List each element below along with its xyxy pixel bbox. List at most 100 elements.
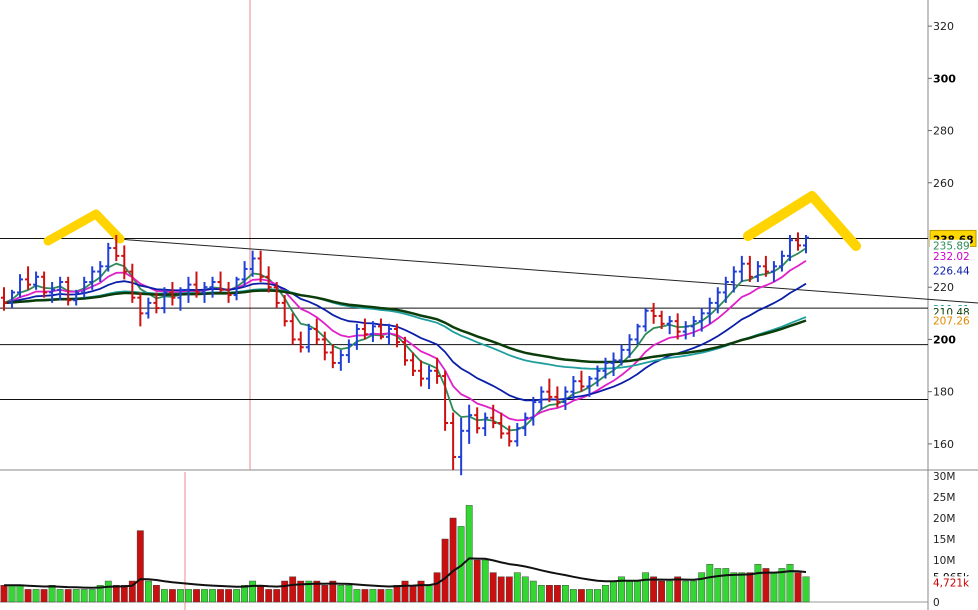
volume-bar xyxy=(393,585,401,603)
volume-bar xyxy=(345,585,353,603)
volume-bar xyxy=(249,580,256,603)
volume-tag-label: 4,721k xyxy=(933,577,970,589)
price-bar xyxy=(257,250,264,282)
volume-bar xyxy=(465,505,473,603)
volume-bar xyxy=(546,585,553,603)
volume-bar xyxy=(289,576,297,603)
price-bar xyxy=(794,232,801,251)
volume-bar xyxy=(794,572,802,603)
volume-bar xyxy=(626,580,634,603)
price-bar xyxy=(345,339,352,363)
volume-bar xyxy=(570,589,577,603)
volume-bar xyxy=(88,589,96,603)
volume-bar xyxy=(144,580,152,603)
price-bar xyxy=(353,323,360,350)
volume-bar xyxy=(185,589,192,603)
volume-bar xyxy=(666,580,674,603)
volume-bar xyxy=(241,585,248,603)
volume-bar xyxy=(722,568,730,603)
price-bar xyxy=(770,261,777,282)
volume-bar xyxy=(449,517,457,603)
volume-bar xyxy=(658,580,666,603)
volume-tag: 4,721k xyxy=(930,576,970,589)
stock-chart[interactable]: 320 300 280 260 220 200 180 160 30M 25M 20M 15M 10M 0… xyxy=(0,0,978,610)
volume-bar xyxy=(152,585,160,603)
volume-bar xyxy=(602,585,609,603)
volume-bar xyxy=(377,589,385,603)
price-bar xyxy=(642,308,649,332)
volume-bar xyxy=(281,580,289,603)
volume-bar xyxy=(529,580,537,603)
volume-bar xyxy=(217,589,224,603)
volume-bar xyxy=(201,589,208,603)
volume-bar xyxy=(690,580,698,603)
volume-bar xyxy=(176,589,184,603)
price-bar xyxy=(137,292,144,327)
volume-bar xyxy=(112,585,120,603)
price-bar xyxy=(305,323,312,353)
price-bar xyxy=(466,404,473,444)
volume-bar xyxy=(8,585,16,603)
price-tag-label: 207.26 xyxy=(933,315,970,327)
price-tick-label: 260 xyxy=(933,177,954,190)
price-bar xyxy=(418,360,425,387)
volume-bar xyxy=(265,589,273,603)
volume-bar xyxy=(24,589,32,603)
price-bar xyxy=(297,331,304,353)
volume-tick-label: 15M xyxy=(933,534,955,546)
volume-bar xyxy=(754,564,762,603)
volume-bar xyxy=(730,572,738,603)
volume-tick-label: 0 xyxy=(933,597,940,609)
price-bar xyxy=(722,276,729,303)
price-tick-label: 200 xyxy=(933,333,956,346)
volume-bar xyxy=(489,572,497,603)
price-bar xyxy=(329,344,336,369)
volume-bar xyxy=(554,585,561,603)
price-bar xyxy=(650,302,657,324)
price-bar xyxy=(377,318,384,340)
volume-bar xyxy=(136,530,144,603)
volume-bar xyxy=(497,576,505,603)
volume-bar xyxy=(209,589,216,603)
volume-bar xyxy=(642,572,650,603)
annotation-layer xyxy=(0,191,978,400)
volume-bar xyxy=(104,580,112,603)
price-bar xyxy=(361,318,368,340)
volume-bar xyxy=(746,572,754,603)
volume-bar xyxy=(225,589,232,603)
volume-bar xyxy=(441,538,449,603)
volume-bar xyxy=(537,585,545,603)
price-bar xyxy=(458,417,465,476)
volume-bar xyxy=(578,589,585,603)
volume-bar xyxy=(0,585,8,603)
price-bar xyxy=(281,295,288,327)
volume-bar xyxy=(401,580,409,603)
volume-bar xyxy=(409,585,417,603)
price-tick-label: 300 xyxy=(933,72,956,85)
volume-bar xyxy=(233,589,240,603)
price-tag-label: 232.02 xyxy=(933,251,970,263)
price-bar xyxy=(578,370,585,392)
volume-bar xyxy=(273,589,281,603)
volume-bar xyxy=(473,559,481,603)
volume-bar xyxy=(56,589,64,603)
volume-bar xyxy=(770,572,778,603)
price-bar xyxy=(538,386,545,410)
volume-bar xyxy=(521,576,529,603)
price-bar xyxy=(289,313,296,345)
volume-bar xyxy=(505,576,513,603)
volume-tick-label: 10M xyxy=(933,555,955,567)
volume-bar xyxy=(64,589,72,603)
volume-bar xyxy=(802,576,810,603)
volume-bar xyxy=(674,576,682,603)
price-bar xyxy=(482,412,489,437)
price-bar xyxy=(514,423,521,447)
price-bar xyxy=(450,412,457,470)
price-bar xyxy=(1,287,7,311)
volume-bar xyxy=(562,585,569,603)
price-tick-label: 280 xyxy=(933,125,954,138)
volume-bar xyxy=(72,589,80,603)
volume-bar xyxy=(48,585,56,603)
volume-bar xyxy=(80,589,88,603)
volume-bar xyxy=(433,572,441,603)
